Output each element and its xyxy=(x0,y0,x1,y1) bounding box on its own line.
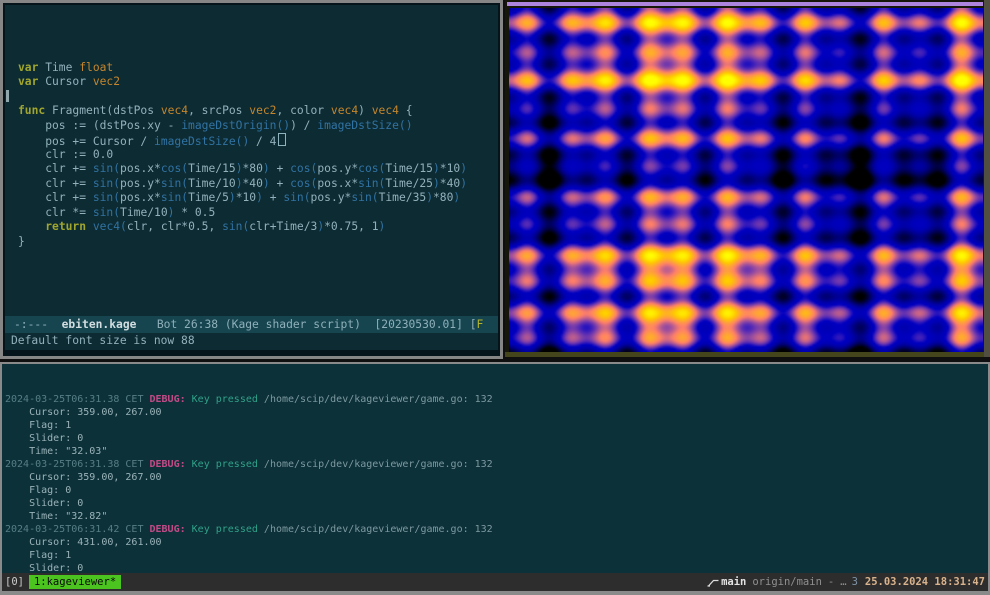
git-branch-name: main xyxy=(721,576,746,588)
git-remote-name: origin/main xyxy=(752,576,822,588)
log-record-detail: Flag: 0 xyxy=(5,484,988,497)
code-line: pos := (dstPos.xy - imageDstOrigin()) / … xyxy=(18,119,498,134)
screen: var Time floatvar Cursor vec2 func Fragm… xyxy=(0,0,990,595)
log-record-detail: Flag: 1 xyxy=(5,419,988,432)
code-line xyxy=(18,90,498,105)
log-record-detail: Slider: 0 xyxy=(5,497,988,510)
modeline-info: Bot 26:38 (Kage shader script) [20230530… xyxy=(136,318,476,331)
fringe-cursor-mark xyxy=(6,90,9,102)
git-branch-icon xyxy=(707,577,719,587)
code-line: pos += Cursor / imageDstSize() / 4 xyxy=(18,133,498,148)
code-line: clr += sin(pos.x*sin(Time/5)*10) + sin(p… xyxy=(18,191,498,206)
log-record-header: 2024-03-25T06:31.42 CET DEBUG: Key press… xyxy=(5,523,988,536)
log-record-detail: Time: "32.82" xyxy=(5,510,988,523)
log-record-detail: Slider: 0 xyxy=(5,562,988,573)
tmux-right-status: main origin/main - … 3 25.03.2024 18:31:… xyxy=(707,576,985,588)
modeline-buffer-name[interactable]: ebiten.kage xyxy=(62,318,137,331)
git-change-count: 3 xyxy=(852,576,858,588)
terminal-window: 2024-03-25T06:31.38 CET DEBUG: Key press… xyxy=(0,362,990,595)
editor-modeline: -:--- ebiten.kage Bot 26:38 (Kage shader… xyxy=(5,316,498,333)
statusbar-clock: 25.03.2024 18:31:47 xyxy=(865,576,985,588)
code-line: } xyxy=(18,235,498,250)
window-edge xyxy=(984,0,990,357)
tmux-session-index: [0] xyxy=(5,576,24,588)
log-record-header: 2024-03-25T06:31.38 CET DEBUG: Key press… xyxy=(5,458,988,471)
echo-area: Default font size is now 88 xyxy=(5,333,498,350)
code-lines: var Time floatvar Cursor vec2 func Fragm… xyxy=(18,61,498,250)
log-record-detail: Flag: 1 xyxy=(5,549,988,562)
log-record-detail: Cursor: 359.00, 267.00 xyxy=(5,406,988,419)
log-record-detail: Time: "32.03" xyxy=(5,445,988,458)
tmux-window-tab[interactable]: 1:kageviewer* xyxy=(29,575,121,589)
editor-cursor xyxy=(278,133,286,146)
modeline-minor-mode-flag: F xyxy=(477,318,484,331)
code-line: return vec4(clr, clr*0.5, sin(clr+Time/3… xyxy=(18,220,498,235)
code-line: clr := 0.0 xyxy=(18,148,498,163)
tmux-statusbar: [0] 1:kageviewer* main origin/main - … 3… xyxy=(2,573,988,591)
shader-canvas[interactable] xyxy=(509,8,983,352)
shader-window xyxy=(505,0,984,357)
log-records: 2024-03-25T06:31.38 CET DEBUG: Key press… xyxy=(5,393,988,573)
code-line: func Fragment(dstPos vec4, srcPos vec2, … xyxy=(18,104,498,119)
log-record-detail: Cursor: 359.00, 267.00 xyxy=(5,471,988,484)
editor-pane: var Time floatvar Cursor vec2 func Fragm… xyxy=(0,0,503,359)
code-line: var Time float xyxy=(18,61,498,76)
code-editor[interactable]: var Time floatvar Cursor vec2 func Fragm… xyxy=(5,5,498,316)
slider-bar[interactable] xyxy=(507,2,983,6)
log-record-header: 2024-03-25T06:31.38 CET DEBUG: Key press… xyxy=(5,393,988,406)
code-line: clr += sin(pos.y*sin(Time/10)*40) + cos(… xyxy=(18,177,498,192)
status-ellipsis: … xyxy=(840,576,846,588)
log-record-detail: Slider: 0 xyxy=(5,432,988,445)
log-record-detail: Cursor: 431.00, 261.00 xyxy=(5,536,988,549)
status-separator: - xyxy=(828,576,834,588)
code-line: var Cursor vec2 xyxy=(18,75,498,90)
code-line: clr += sin(pos.x*cos(Time/15)*80) + cos(… xyxy=(18,162,498,177)
modeline-state: -:--- xyxy=(14,318,62,331)
terminal-log[interactable]: 2024-03-25T06:31.38 CET DEBUG: Key press… xyxy=(2,364,988,573)
editor-inner: var Time floatvar Cursor vec2 func Fragm… xyxy=(5,5,498,350)
code-line: clr *= sin(Time/10) * 0.5 xyxy=(18,206,498,221)
